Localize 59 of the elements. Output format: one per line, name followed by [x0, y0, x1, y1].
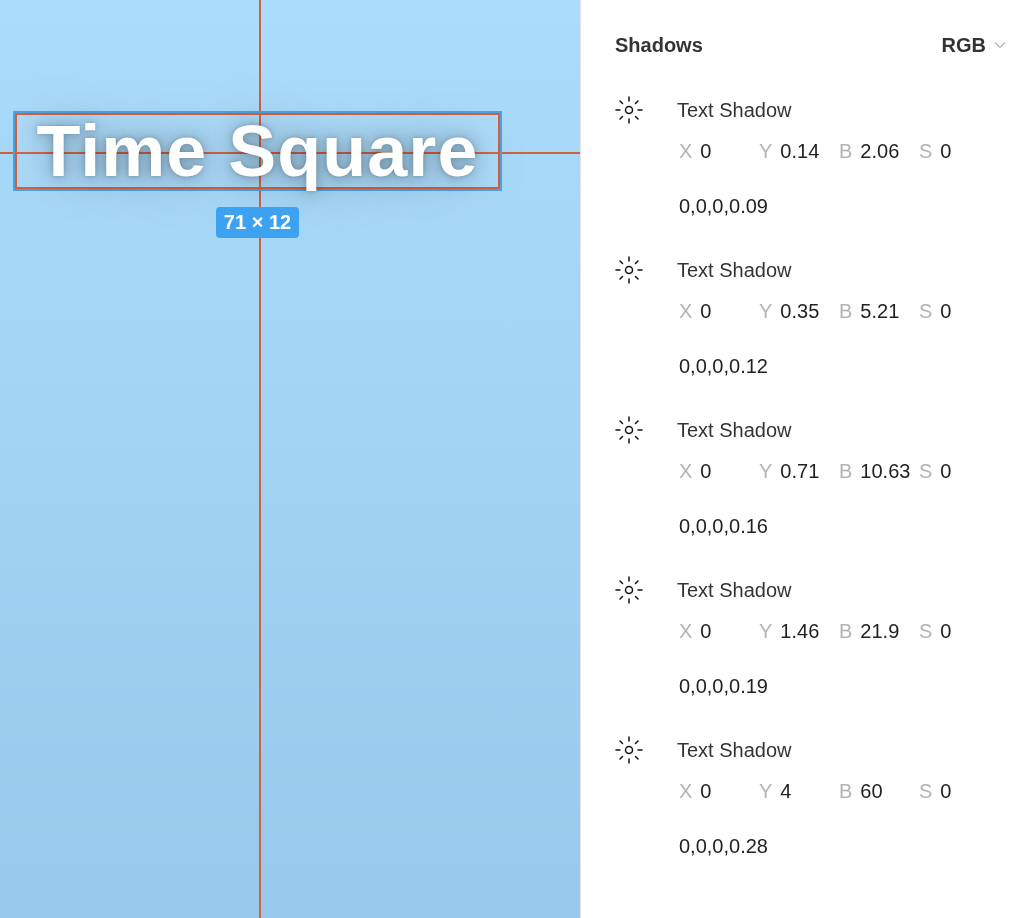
chevron-down-icon	[994, 41, 1006, 49]
value-field[interactable]: 0	[940, 620, 952, 643]
value-field[interactable]: 0	[700, 460, 712, 483]
value-field[interactable]: 0	[940, 780, 952, 803]
shadow-type-label: Text Shadow	[677, 98, 792, 122]
axis-label: B	[839, 300, 853, 323]
axis-label: B	[839, 620, 853, 643]
axis-label: S	[919, 460, 933, 483]
axis-label: Y	[759, 620, 773, 643]
color-mode-dropdown[interactable]: RGB	[941, 33, 1006, 57]
value-field[interactable]: 0	[940, 460, 952, 483]
value-field[interactable]: 4	[780, 780, 792, 803]
shadow-type-label: Text Shadow	[677, 738, 792, 762]
value-field[interactable]: 0	[940, 140, 952, 163]
axis-label: X	[679, 620, 693, 643]
size-badge: 71 × 12	[215, 207, 300, 238]
value-field[interactable]: 0	[700, 300, 712, 323]
axis-label: B	[839, 140, 853, 163]
sun-icon[interactable]	[613, 254, 645, 286]
shadow-type-label: Text Shadow	[677, 418, 792, 442]
value-field[interactable]: 0	[700, 780, 712, 803]
sun-icon[interactable]	[613, 734, 645, 766]
axis-label: X	[679, 140, 693, 163]
axis-label: X	[679, 780, 693, 803]
value-field[interactable]: 0.71	[780, 460, 820, 483]
axis-label: S	[919, 620, 933, 643]
axis-label: Y	[759, 780, 773, 803]
axis-label: X	[679, 460, 693, 483]
axis-label: Y	[759, 460, 773, 483]
value-field[interactable]: 0.35	[780, 300, 820, 323]
color-value-field[interactable]: 0,0,0,0.12	[679, 355, 768, 378]
color-value-field[interactable]: 0,0,0,0.19	[679, 675, 768, 698]
axis-label: Y	[759, 140, 773, 163]
axis-label: S	[919, 300, 933, 323]
sun-icon[interactable]	[613, 94, 645, 126]
section-title: Shadows	[615, 33, 703, 57]
shadow-type-label: Text Shadow	[677, 258, 792, 282]
value-field[interactable]: 10.63	[860, 460, 911, 483]
sun-icon[interactable]	[613, 574, 645, 606]
value-field[interactable]: 0	[940, 300, 952, 323]
value-field[interactable]: 1.46	[780, 620, 820, 643]
axis-label: Y	[759, 300, 773, 323]
value-field[interactable]: 0	[700, 620, 712, 643]
axis-label: X	[679, 300, 693, 323]
sun-icon[interactable]	[613, 414, 645, 446]
axis-label: B	[839, 780, 853, 803]
shadow-type-label: Text Shadow	[677, 578, 792, 602]
value-field[interactable]: 0.14	[780, 140, 820, 163]
value-field[interactable]: 0	[700, 140, 712, 163]
axis-label: S	[919, 140, 933, 163]
value-field[interactable]: 5.21	[860, 300, 900, 323]
value-field[interactable]: 21.9	[860, 620, 900, 643]
value-field[interactable]: 2.06	[860, 140, 900, 163]
color-value-field[interactable]: 0,0,0,0.28	[679, 835, 768, 858]
color-value-field[interactable]: 0,0,0,0.16	[679, 515, 768, 538]
color-value-field[interactable]: 0,0,0,0.09	[679, 195, 768, 218]
value-field[interactable]: 60	[860, 780, 883, 803]
axis-label: B	[839, 460, 853, 483]
axis-label: S	[919, 780, 933, 803]
